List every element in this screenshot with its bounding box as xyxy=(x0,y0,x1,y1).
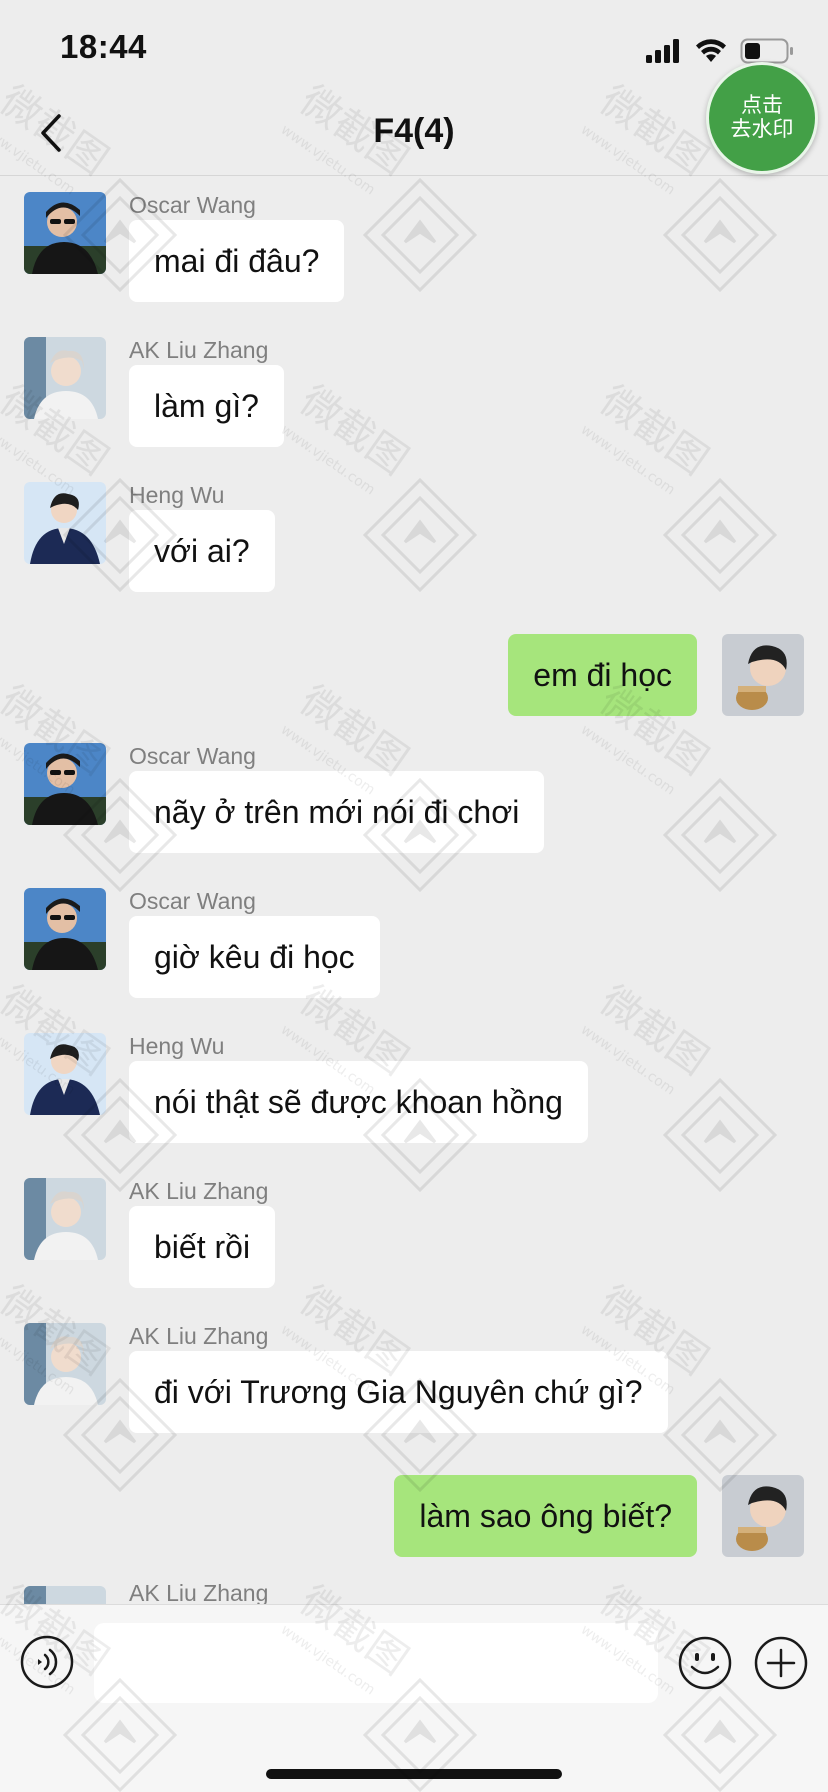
avatar[interactable] xyxy=(24,743,106,825)
sender-name: Oscar Wang xyxy=(129,192,256,218)
voice-icon xyxy=(20,1635,74,1689)
chat-title: F4(4) xyxy=(373,112,455,150)
avatar-image xyxy=(24,482,106,564)
avatar[interactable] xyxy=(24,1586,106,1604)
avatar-image xyxy=(24,888,106,970)
avatar[interactable] xyxy=(24,337,106,419)
avatar-image xyxy=(24,337,106,419)
avatar-image xyxy=(24,192,106,274)
my-avatar[interactable] xyxy=(722,1475,804,1557)
avatar-image xyxy=(722,634,804,716)
input-bar xyxy=(0,1604,828,1792)
message-bubble[interactable]: với ai? xyxy=(129,510,275,592)
avatar-image xyxy=(24,1586,106,1604)
message-bubble[interactable]: nãy ở trên mới nói đi chơi xyxy=(129,771,545,853)
avatar[interactable] xyxy=(24,1178,106,1260)
battery-icon xyxy=(740,38,793,64)
remove-watermark-button[interactable]: 点击 去水印 xyxy=(706,62,818,174)
message-bubble[interactable]: mai đi đâu? xyxy=(129,220,345,302)
sender-name: AK Liu Zhang xyxy=(129,1178,269,1204)
voice-input-button[interactable] xyxy=(20,1635,74,1689)
avatar-image xyxy=(24,1033,106,1115)
avatar[interactable] xyxy=(24,1033,106,1115)
sender-name: AK Liu Zhang xyxy=(129,1580,269,1604)
remove-watermark-line2: 去水印 xyxy=(730,118,794,141)
message-bubble[interactable]: làm sao ông biết? xyxy=(394,1475,697,1557)
plus-icon xyxy=(754,1636,808,1690)
avatar-image xyxy=(24,1323,106,1405)
avatar[interactable] xyxy=(24,1323,106,1405)
message-list[interactable]: Oscar Wang mai đi đâu? AK Liu Zhang làm … xyxy=(0,177,828,1604)
remove-watermark-line1: 点击 xyxy=(741,94,783,117)
avatar[interactable] xyxy=(24,482,106,564)
avatar[interactable] xyxy=(24,192,106,274)
message-bubble[interactable]: biết rồi xyxy=(129,1206,276,1288)
nav-bar: F4(4) xyxy=(0,90,828,176)
emoji-icon xyxy=(678,1636,732,1690)
avatar[interactable] xyxy=(24,888,106,970)
sender-name: Oscar Wang xyxy=(129,888,256,914)
wifi-icon xyxy=(696,39,726,62)
cellular-signal-icon xyxy=(646,39,679,63)
avatar-image xyxy=(722,1475,804,1557)
home-indicator xyxy=(266,1769,562,1779)
avatar-image xyxy=(24,1178,106,1260)
sender-name: Oscar Wang xyxy=(129,743,256,769)
message-input[interactable] xyxy=(94,1623,658,1703)
message-bubble[interactable]: em đi học xyxy=(508,634,697,716)
my-avatar[interactable] xyxy=(722,634,804,716)
status-bar: 18:44 xyxy=(0,0,828,90)
message-bubble[interactable]: đi với Trương Gia Nguyên chứ gì? xyxy=(129,1351,668,1433)
sender-name: AK Liu Zhang xyxy=(129,337,269,363)
sender-name: Heng Wu xyxy=(129,482,225,508)
status-time: 18:44 xyxy=(60,28,147,65)
sender-name: Heng Wu xyxy=(129,1033,225,1059)
emoji-button[interactable] xyxy=(677,1635,733,1691)
message-bubble[interactable]: làm gì? xyxy=(129,365,284,447)
message-bubble[interactable]: nói thật sẽ được khoan hồng xyxy=(129,1061,588,1143)
avatar-image xyxy=(24,743,106,825)
message-bubble[interactable]: giờ kêu đi học xyxy=(129,916,380,998)
sender-name: AK Liu Zhang xyxy=(129,1323,269,1349)
more-options-button[interactable] xyxy=(753,1635,809,1691)
